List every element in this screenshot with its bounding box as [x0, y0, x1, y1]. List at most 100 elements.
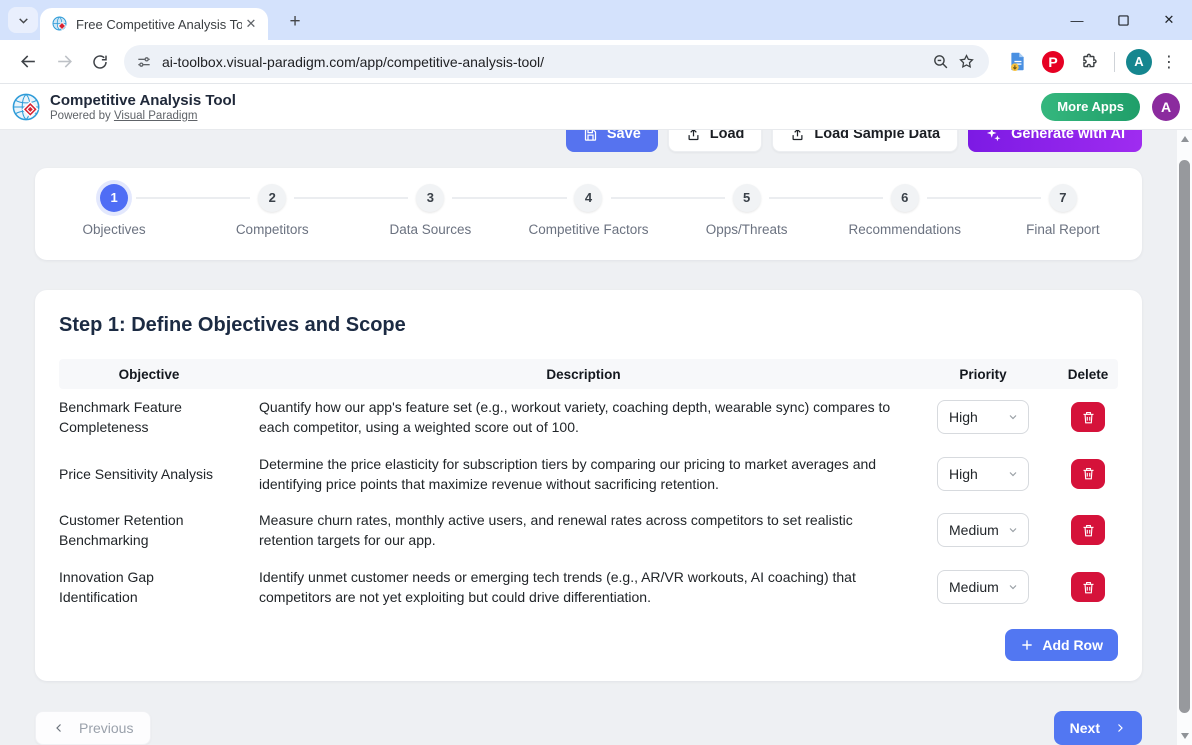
browser-tab[interactable]: Free Competitive Analysis Tool ✕: [40, 8, 268, 40]
priority-select[interactable]: High: [937, 400, 1029, 434]
add-row-button[interactable]: Add Row: [1005, 629, 1118, 661]
scrollbar-up-arrow[interactable]: [1177, 132, 1192, 146]
pinterest-extension-icon[interactable]: P: [1038, 47, 1068, 77]
description-cell: Quantify how our app's feature set (e.g.…: [259, 397, 908, 438]
column-header-delete: Delete: [1058, 367, 1118, 382]
step-number[interactable]: 5: [733, 184, 761, 212]
back-button[interactable]: [14, 48, 42, 76]
step-number[interactable]: 1: [100, 184, 128, 212]
step-number[interactable]: 2: [258, 184, 286, 212]
delete-row-button[interactable]: [1071, 572, 1105, 602]
visual-paradigm-link[interactable]: Visual Paradigm: [114, 110, 198, 122]
table-row: Benchmark Feature Completeness Quantify …: [59, 389, 1118, 446]
browser-titlebar: Free Competitive Analysis Tool ✕ + — ✕: [0, 0, 1192, 40]
visual-paradigm-logo: [12, 92, 42, 122]
new-tab-button[interactable]: +: [282, 9, 308, 35]
window-controls: — ✕: [1054, 0, 1192, 40]
objective-cell: Customer Retention Benchmarking: [59, 510, 239, 551]
step-label: Opps/Threats: [668, 222, 826, 237]
priority-value: Medium: [949, 520, 999, 540]
bookmark-star-icon[interactable]: [953, 49, 979, 75]
description-cell: Identify unmet customer needs or emergin…: [259, 567, 908, 608]
stepper-step: 2 Competitors: [193, 184, 351, 237]
forward-button[interactable]: [50, 48, 78, 76]
tab-search-button[interactable]: [8, 7, 38, 33]
delete-row-button[interactable]: [1071, 515, 1105, 545]
step-number[interactable]: 7: [1049, 184, 1077, 212]
save-icon: [583, 130, 598, 142]
tab-close-icon[interactable]: ✕: [242, 15, 260, 33]
priority-select[interactable]: Medium: [937, 513, 1029, 547]
window-close-button[interactable]: ✕: [1146, 0, 1192, 40]
stepper: 1 Objectives 2 Competitors 3 Data Source…: [35, 184, 1142, 237]
trash-icon: [1081, 523, 1096, 538]
powered-by: Powered by Visual Paradigm: [50, 110, 236, 122]
url-bar[interactable]: ai-toolbox.visual-paradigm.com/app/compe…: [124, 45, 989, 78]
stepper-step: 5 Opps/Threats: [668, 184, 826, 237]
step-label: Data Sources: [351, 222, 509, 237]
window-minimize-button[interactable]: —: [1054, 0, 1100, 40]
step-label: Competitors: [193, 222, 351, 237]
priority-value: High: [949, 407, 978, 427]
bottom-nav: Previous Next: [35, 711, 1142, 745]
table-row: Customer Retention Benchmarking Measure …: [59, 502, 1118, 559]
previous-button[interactable]: Previous: [35, 711, 151, 745]
scrollbar-down-arrow[interactable]: [1177, 729, 1192, 743]
trash-icon: [1081, 410, 1096, 425]
window-maximize-button[interactable]: [1100, 0, 1146, 40]
save-button[interactable]: Save: [566, 130, 658, 152]
priority-value: Medium: [949, 577, 999, 597]
priority-select[interactable]: High: [937, 457, 1029, 491]
trash-icon: [1081, 466, 1096, 481]
app-header: Competitive Analysis Tool Powered by Vis…: [0, 84, 1192, 130]
toolbar-divider: [1114, 52, 1115, 72]
stepper-step: 1 Objectives: [35, 184, 193, 237]
step-number[interactable]: 4: [574, 184, 602, 212]
forward-arrow-icon: [55, 52, 74, 71]
site-settings-icon[interactable]: [136, 54, 152, 70]
column-header-description: Description: [259, 367, 908, 382]
browser-profile-avatar[interactable]: A: [1126, 49, 1152, 75]
step-label: Recommendations: [826, 222, 984, 237]
scrollbar-thumb[interactable]: [1179, 160, 1190, 713]
stepper-step: 6 Recommendations: [826, 184, 984, 237]
chevron-down-icon: [17, 14, 30, 27]
url-text[interactable]: ai-toolbox.visual-paradigm.com/app/compe…: [162, 54, 927, 70]
doc-download-extension-icon[interactable]: [1002, 47, 1032, 77]
priority-select[interactable]: Medium: [937, 570, 1029, 604]
favicon: [52, 16, 68, 32]
extensions-puzzle-icon[interactable]: [1074, 47, 1104, 77]
stepper-step: 4 Competitive Factors: [509, 184, 667, 237]
user-avatar[interactable]: A: [1152, 93, 1180, 121]
description-cell: Determine the price elasticity for subsc…: [259, 454, 908, 495]
load-button[interactable]: Load: [668, 130, 763, 152]
upload-icon: [686, 130, 701, 142]
sparkles-icon: [985, 130, 1002, 143]
load-sample-data-button[interactable]: Load Sample Data: [772, 130, 958, 152]
actions-toolbar: Save Load Load Sample Data Generate with…: [566, 130, 1142, 152]
delete-row-button[interactable]: [1071, 402, 1105, 432]
zoom-out-icon[interactable]: [927, 49, 953, 75]
scrollbar[interactable]: [1177, 130, 1192, 745]
tab-title: Free Competitive Analysis Tool: [76, 17, 242, 32]
stepper-step: 3 Data Sources: [351, 184, 509, 237]
delete-row-button[interactable]: [1071, 459, 1105, 489]
browser-menu-icon[interactable]: ⋮: [1156, 52, 1182, 72]
next-button[interactable]: Next: [1054, 711, 1142, 745]
step-number[interactable]: 6: [891, 184, 919, 212]
chevron-down-icon: [1007, 411, 1019, 423]
step-number[interactable]: 3: [416, 184, 444, 212]
generate-with-ai-button[interactable]: Generate with AI: [968, 130, 1142, 152]
trash-icon: [1081, 580, 1096, 595]
page-content: Save Load Load Sample Data Generate with…: [0, 130, 1192, 745]
objective-cell: Price Sensitivity Analysis: [59, 464, 239, 484]
reload-button[interactable]: [86, 48, 114, 76]
pinterest-logo: P: [1042, 51, 1064, 73]
chevron-left-icon: [53, 722, 65, 734]
app-title-block: Competitive Analysis Tool Powered by Vis…: [50, 92, 236, 122]
description-cell: Measure churn rates, monthly active user…: [259, 510, 908, 551]
upload-icon: [790, 130, 805, 142]
more-apps-button[interactable]: More Apps: [1041, 93, 1140, 121]
add-row-wrap: Add Row: [59, 629, 1118, 661]
objectives-table-body: Benchmark Feature Completeness Quantify …: [59, 389, 1118, 615]
